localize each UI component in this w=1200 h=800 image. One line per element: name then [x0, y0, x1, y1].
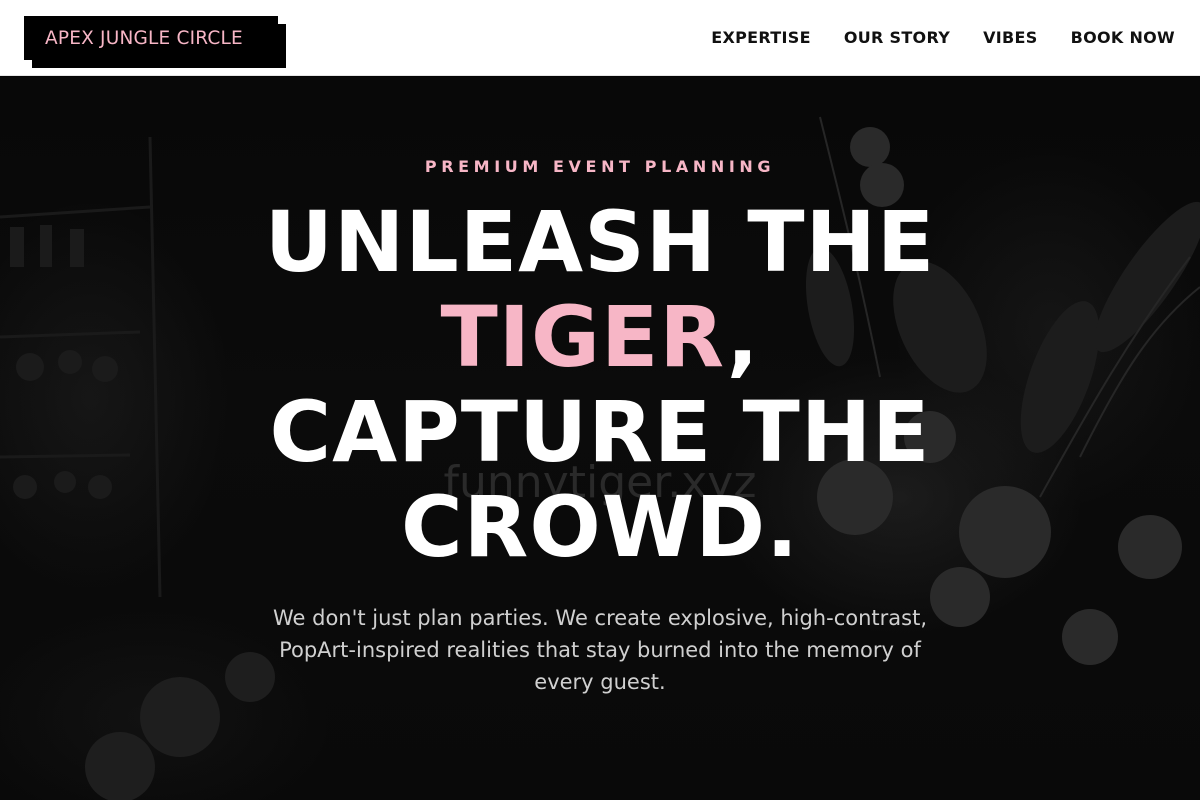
nav-link-expertise[interactable]: EXPERTISE [711, 28, 811, 47]
headline-line-1: UNLEASH THE [264, 193, 936, 291]
headline-accent-word: TIGER [440, 288, 727, 386]
hero-description: We don't just plan parties. We create ex… [272, 606, 927, 694]
nav-link-vibes[interactable]: VIBES [983, 28, 1037, 47]
hero-headline: UNLEASH THE TIGER, CAPTURE THE CROWD. [0, 195, 1200, 575]
logo-text[interactable]: APEX JUNGLE CIRCLE [45, 28, 243, 49]
logo[interactable]: APEX JUNGLE CIRCLE [24, 16, 278, 60]
headline-line-3: CAPTURE THE [269, 383, 931, 481]
headline-line-4: CROWD. [400, 478, 800, 576]
main-nav: EXPERTISE OUR STORY VIBES BOOK NOW [711, 28, 1175, 47]
site-header: APEX JUNGLE CIRCLE EXPERTISE OUR STORY V… [0, 0, 1200, 76]
hero-section: funnytiger.xyz PREMIUM EVENT PLANNING UN… [0, 77, 1200, 800]
hero-eyebrow: PREMIUM EVENT PLANNING [424, 157, 776, 176]
headline-comma: , [726, 288, 760, 386]
nav-link-our-story[interactable]: OUR STORY [844, 28, 950, 47]
nav-link-book-now[interactable]: BOOK NOW [1071, 28, 1175, 47]
